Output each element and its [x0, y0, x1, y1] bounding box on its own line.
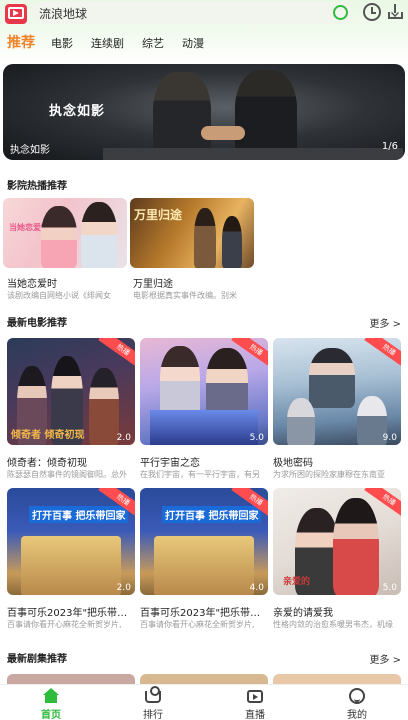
poster-shelf	[154, 536, 254, 595]
poster-figure	[287, 398, 315, 445]
poster-art-text: 打开百事 把乐带回家	[29, 506, 129, 523]
poster-cityscape	[150, 410, 258, 445]
search-input[interactable]: 流浪地球	[39, 5, 87, 22]
rating-score: 4.0	[249, 583, 264, 593]
movie-desc: 在我们宇宙，有一平行宇宙，有另	[140, 470, 260, 479]
movie-poster[interactable]: 热播 5.0	[140, 338, 268, 445]
rating-score: 9.0	[382, 433, 397, 443]
tab-variety[interactable]: 综艺	[142, 35, 164, 51]
tab-movies[interactable]: 电影	[51, 35, 73, 51]
banner-arms	[201, 126, 245, 140]
app-screen: 流浪地球 推荐 电影 连续剧 综艺 动漫 执念如影 执念如影 1/6 影院热播推…	[0, 0, 408, 720]
nav-label: 直播	[245, 710, 265, 720]
nav-profile[interactable]: 我的	[306, 685, 408, 720]
hot-card-title[interactable]: 万里归途	[133, 275, 173, 290]
rating-score: 2.0	[116, 583, 131, 593]
tab-recommend[interactable]: 推荐	[7, 32, 35, 52]
poster-figure	[333, 498, 379, 595]
series-poster-peek[interactable]	[273, 674, 401, 684]
live-tv-icon	[247, 690, 263, 703]
hot-badge: 热播	[364, 338, 401, 370]
poster-figure	[309, 348, 355, 408]
tab-anime[interactable]: 动漫	[182, 35, 204, 51]
banner-figure	[235, 70, 297, 160]
movie-desc: 百事请你看开心麻花全新贺岁片,	[140, 620, 255, 629]
banner-page-indicator: 1/6	[381, 141, 398, 152]
home-icon	[43, 688, 59, 703]
poster-figure	[81, 202, 117, 268]
section-title-movies: 最新电影推荐	[7, 318, 67, 329]
poster-figure	[89, 368, 119, 445]
movie-title[interactable]: 极地密码	[273, 454, 401, 469]
series-poster-peek[interactable]	[140, 674, 268, 684]
hot-card-desc: 该剧改编自网络小说《绯闻女	[7, 291, 111, 300]
clock-icon[interactable]	[363, 3, 381, 21]
banner-caption: 执念如影	[10, 145, 50, 156]
poster-figure	[222, 216, 242, 268]
poster-shelf	[21, 536, 121, 595]
poster-figure	[206, 348, 248, 418]
more-link-movies[interactable]: 更多 >	[369, 315, 401, 330]
nav-home[interactable]: 首页	[0, 685, 102, 720]
ranking-icon	[145, 686, 161, 703]
poster-art-text: 亲爱的	[283, 577, 311, 587]
nav-ranking[interactable]: 排行	[102, 685, 204, 720]
series-poster-peek[interactable]	[7, 674, 135, 684]
hot-card-2[interactable]: 万里归途	[130, 198, 254, 268]
hot-card-desc: 电影根据真实事件改编。别米	[133, 291, 237, 300]
movie-poster[interactable]: 打开百事 把乐带回家 热播 2.0	[7, 488, 135, 595]
search-icon[interactable]	[333, 5, 348, 20]
hot-card-title[interactable]: 当她恋爱时	[7, 275, 57, 290]
bottom-nav: 首页 排行 直播 我的	[0, 684, 408, 720]
tab-series[interactable]: 连续剧	[91, 35, 124, 51]
poster-art-text: 倾奇者 倾奇初现	[11, 430, 85, 441]
section-title-series: 最新剧集推荐	[7, 654, 67, 665]
movie-poster[interactable]: 倾奇者 倾奇初现 热播 2.0	[7, 338, 135, 445]
movie-poster[interactable]: 热播 9.0	[273, 338, 401, 445]
poster-art-text: 万里归途	[134, 208, 183, 222]
nav-label: 我的	[347, 710, 367, 720]
movie-title[interactable]: 平行宇宙之恋	[140, 454, 268, 469]
hot-badge: 热播	[98, 338, 135, 370]
video-logo-icon[interactable]	[5, 4, 27, 24]
movie-title[interactable]: 亲爱的请爱我	[273, 604, 401, 619]
movie-desc: 陈瑟瑟自然事件的镜阁御阳。总外	[7, 470, 127, 479]
movie-desc: 百事请你看开心麻花全新贺岁片,	[7, 620, 122, 629]
top-header: 流浪地球 推荐 电影 连续剧 综艺 动漫	[0, 0, 408, 64]
banner-table	[103, 148, 403, 160]
poster-figure	[160, 346, 200, 416]
banner-title-art: 执念如影	[49, 104, 106, 119]
profile-icon	[349, 688, 365, 704]
movie-title[interactable]: 倾奇者：倾奇初现	[7, 454, 135, 469]
movie-title[interactable]: 百事可乐2023年"把乐带回家"	[140, 604, 268, 619]
nav-live[interactable]: 直播	[204, 685, 306, 720]
category-tabs: 推荐 电影 连续剧 综艺 动漫	[0, 31, 408, 53]
nav-label: 排行	[143, 710, 163, 720]
download-icon[interactable]	[387, 3, 405, 21]
movie-poster[interactable]: 亲爱的 热播 5.0	[273, 488, 401, 595]
hero-banner[interactable]: 执念如影 执念如影 1/6	[3, 64, 405, 160]
more-link-series[interactable]: 更多 >	[369, 651, 401, 666]
movie-desc: 性格内敛的治愈系暖男韦杰，机缘	[273, 620, 393, 629]
movie-desc: 为求所困的探险家康穆在东南亚	[273, 470, 385, 479]
nav-label: 首页	[41, 710, 61, 720]
poster-art-text: 打开百事 把乐带回家	[162, 506, 262, 523]
banner-figure	[153, 72, 211, 160]
movie-title[interactable]: 百事可乐2023年"把乐带回...	[7, 604, 135, 619]
poster-figure	[194, 208, 216, 268]
rating-score: 5.0	[249, 433, 264, 443]
search-bar[interactable]: 流浪地球	[31, 2, 353, 24]
section-title-hot: 影院热播推荐	[7, 181, 67, 192]
movie-poster[interactable]: 打开百事 把乐带回家 热播 4.0	[140, 488, 268, 595]
hot-card-1[interactable]: 当她恋爱时	[3, 198, 127, 268]
poster-figure	[41, 206, 77, 268]
rating-score: 5.0	[382, 583, 397, 593]
rating-score: 2.0	[116, 433, 131, 443]
